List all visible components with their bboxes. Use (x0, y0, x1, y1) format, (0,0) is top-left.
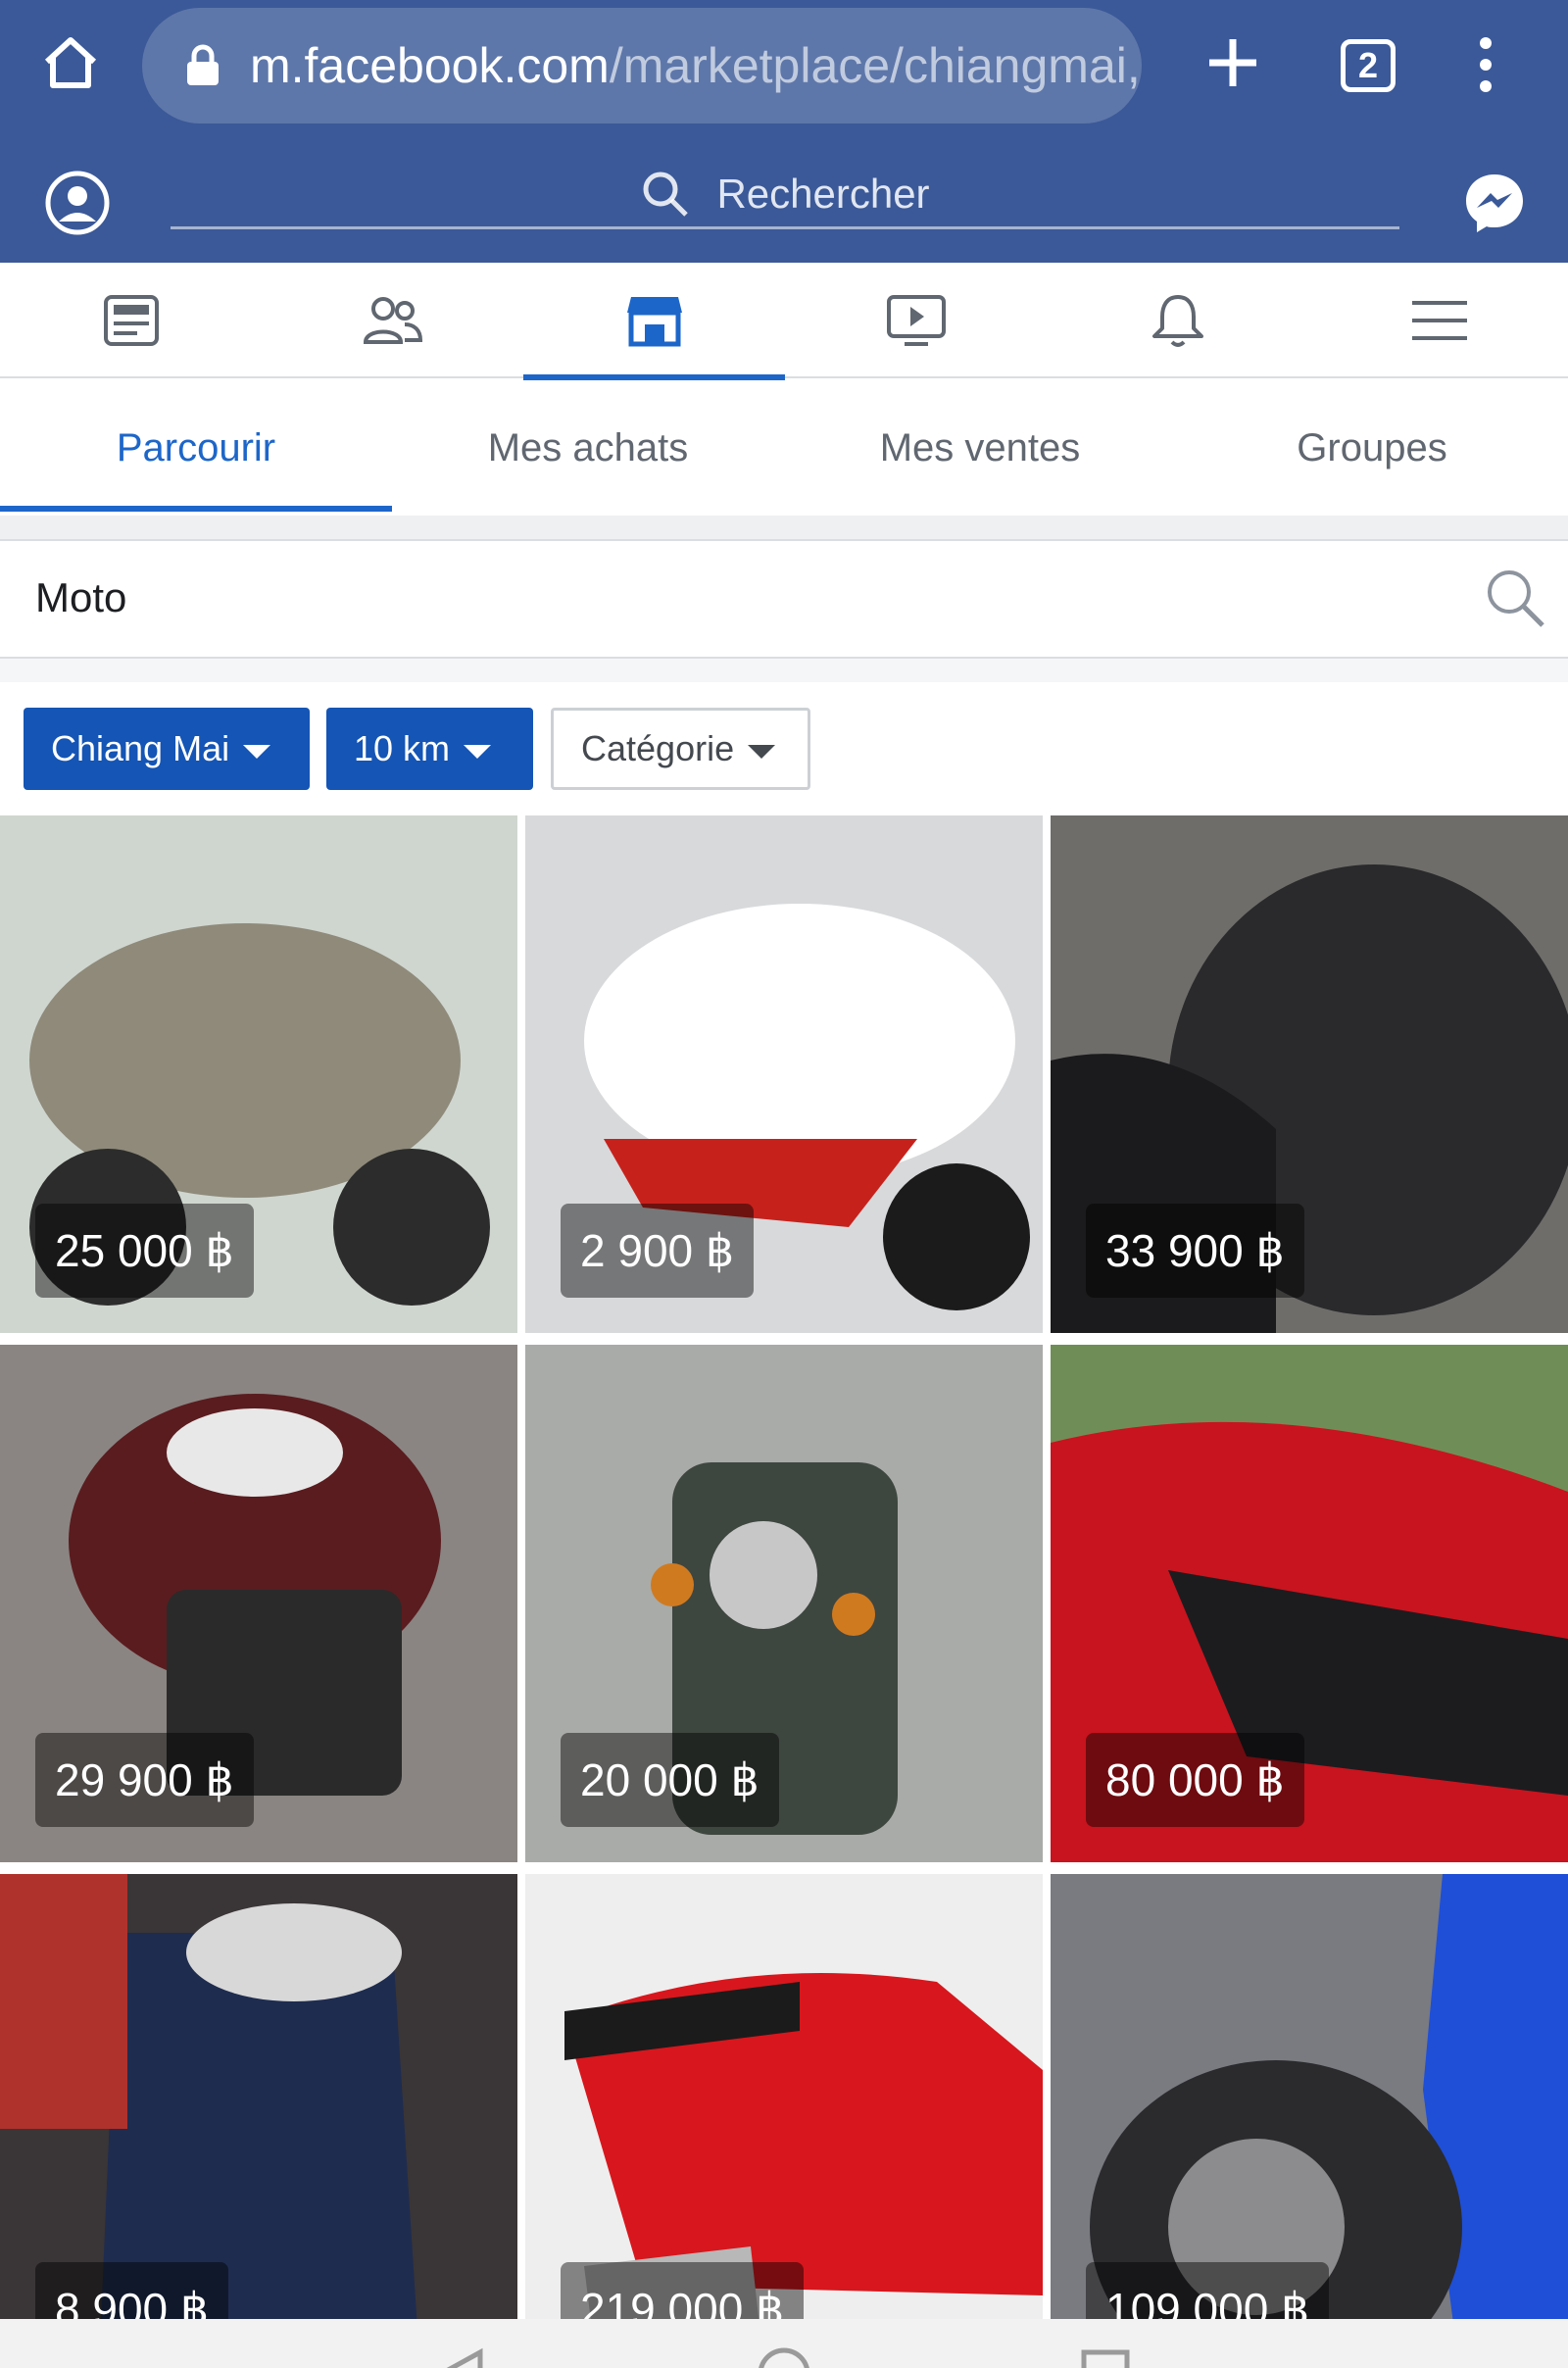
friends-icon (363, 297, 422, 344)
divider (0, 659, 1568, 682)
marketplace-search-field[interactable]: Moto (0, 539, 1568, 659)
location-label: Chiang Mai (51, 728, 230, 768)
profile-icon[interactable] (43, 169, 112, 237)
home-circle-icon[interactable] (755, 2344, 813, 2368)
nav-friends[interactable] (262, 263, 523, 378)
listing-photo (0, 1874, 517, 2319)
browser-toolbar: m.facebook.com/marketplace/chiangmai, 2 (0, 0, 1568, 149)
tab-count: 2 (1357, 45, 1379, 85)
listing-card[interactable]: 109 000 ฿ (1051, 1874, 1568, 2319)
nav-notifications[interactable] (1047, 263, 1308, 378)
listing-card[interactable]: 33 900 ฿ (1051, 815, 1568, 1333)
listing-card[interactable]: 219 000 ฿ (525, 1874, 1043, 2319)
facebook-header: Rechercher (0, 149, 1568, 263)
price-badge: 25 000 ฿ (35, 1204, 254, 1298)
messenger-icon[interactable] (1460, 169, 1529, 237)
radius-filter[interactable]: 10 km (326, 708, 533, 790)
caret-down-icon (243, 745, 271, 759)
notifications-icon (1152, 295, 1203, 347)
url-host: m.facebook.com (250, 38, 610, 93)
main-navigation (0, 263, 1568, 380)
price-badge: 29 900 ฿ (35, 1733, 254, 1827)
home-icon[interactable] (35, 27, 106, 98)
caret-down-icon (748, 745, 776, 759)
tab-parcourir[interactable]: Parcourir (0, 380, 392, 516)
location-filter[interactable]: Chiang Mai (24, 708, 310, 790)
tabs-icon[interactable]: 2 (1341, 39, 1396, 92)
android-navigation-bar (0, 2319, 1568, 2368)
nav-menu[interactable] (1308, 263, 1568, 378)
caret-down-icon (464, 745, 492, 759)
marketplace-tabs: Parcourir Mes achats Mes ventes Groupes (0, 380, 1568, 516)
listing-card[interactable]: 2 900 ฿ (525, 815, 1043, 1333)
marketplace-icon (626, 297, 682, 347)
radius-label: 10 km (354, 728, 451, 768)
nav-watch[interactable] (785, 263, 1047, 378)
price-badge: 109 000 ฿ (1086, 2262, 1330, 2319)
facebook-search-bar[interactable]: Rechercher (171, 161, 1399, 229)
listing-card[interactable]: 29 900 ฿ (0, 1345, 517, 1862)
price-badge: 20 000 ฿ (561, 1733, 779, 1827)
search-placeholder: Rechercher (716, 170, 930, 217)
plus-icon[interactable] (1198, 27, 1268, 98)
tab-mes-achats[interactable]: Mes achats (392, 380, 784, 516)
listing-card[interactable]: 20 000 ฿ (525, 1345, 1043, 1862)
watch-icon (886, 295, 946, 346)
divider (0, 516, 1568, 539)
more-vert-icon[interactable] (1460, 33, 1511, 96)
category-label: Catégorie (581, 728, 735, 768)
tab-groupes[interactable]: Groupes (1176, 380, 1568, 516)
tab-mes-ventes[interactable]: Mes ventes (784, 380, 1176, 516)
news-feed-icon (103, 295, 159, 346)
recents-icon[interactable] (1076, 2344, 1135, 2368)
price-badge: 33 900 ฿ (1086, 1204, 1304, 1298)
search-query: Moto (35, 574, 127, 620)
lock-icon (187, 44, 219, 85)
category-filter[interactable]: Catégorie (551, 708, 810, 790)
nav-news-feed[interactable] (0, 263, 262, 378)
back-icon[interactable] (431, 2344, 490, 2368)
price-badge: 80 000 ฿ (1086, 1733, 1304, 1827)
price-badge: 2 900 ฿ (561, 1204, 755, 1298)
filter-bar: Chiang Mai 10 km Catégorie (0, 682, 1568, 815)
price-badge: 8 900 ฿ (35, 2262, 229, 2319)
listings-grid: 25 000 ฿ 2 900 ฿ 33 900 ฿ 29 900 ฿ 20 00… (0, 815, 1568, 2319)
listing-card[interactable]: 80 000 ฿ (1051, 1345, 1568, 1862)
listing-card[interactable]: 25 000 ฿ (0, 815, 517, 1333)
listing-photo (525, 1874, 1043, 2319)
url-bar[interactable]: m.facebook.com/marketplace/chiangmai, (142, 8, 1142, 123)
price-badge: 219 000 ฿ (561, 2262, 805, 2319)
listing-card[interactable]: 8 900 ฿ (0, 1874, 517, 2319)
search-icon[interactable] (1484, 567, 1546, 629)
nav-marketplace[interactable] (523, 263, 785, 380)
listing-photo (1051, 1874, 1568, 2319)
menu-icon (1411, 301, 1467, 340)
url-path: /marketplace/chiangmai, (609, 38, 1141, 93)
search-icon (643, 172, 689, 217)
